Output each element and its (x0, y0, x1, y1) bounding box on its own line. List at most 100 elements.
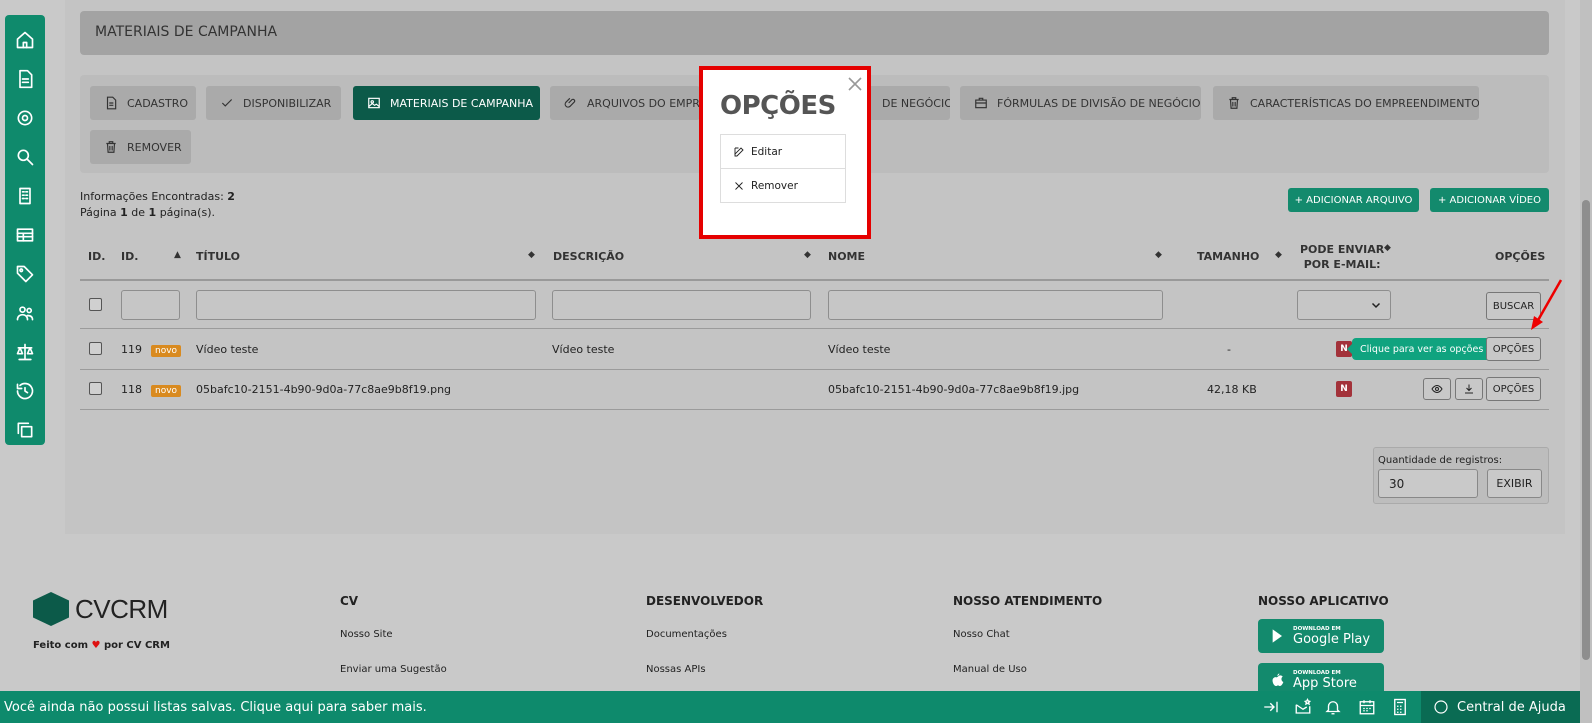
logo-mark-icon (33, 592, 69, 626)
novo-badge: novo (151, 345, 182, 357)
filter-email-select[interactable] (1297, 290, 1391, 320)
filter-nome-input[interactable] (828, 290, 1163, 320)
row-checkbox[interactable] (89, 342, 102, 355)
sort-icon[interactable]: ◆ (804, 250, 811, 260)
calculator-icon[interactable] (1391, 698, 1409, 716)
row-nome: 05bafc10-2151-4b90-9d0a-77c8ae9b8f19.jpg (828, 383, 1080, 396)
sort-icon[interactable]: ◆ (1275, 250, 1282, 260)
row-divider (80, 369, 1549, 370)
edit-option[interactable]: Editar (720, 134, 846, 169)
tab-caracteristicas[interactable]: CARACTERÍSTICAS DO EMPREENDIMENTO (1213, 86, 1479, 120)
add-video-button[interactable]: + ADICIONAR VÍDEO (1430, 188, 1549, 212)
gear-icon[interactable] (12, 105, 38, 131)
footer-col-title: NOSSO APLICATIVO (1258, 594, 1389, 608)
tab-de-negocio[interactable]: DE NEGÓCIO (860, 86, 950, 120)
filter-id-input[interactable] (121, 290, 180, 320)
row-checkbox[interactable] (89, 382, 102, 395)
results-info: Informações Encontradas: 2 Página 1 de 1… (80, 189, 235, 221)
view-button[interactable] (1423, 378, 1451, 400)
options-button[interactable]: OPÇÕES (1486, 337, 1541, 361)
sort-icon[interactable]: ◆ (528, 250, 535, 260)
found-label: Informações Encontradas: (80, 190, 224, 203)
table-icon[interactable] (12, 222, 38, 248)
header-id-2[interactable]: ID. (121, 250, 138, 263)
users-icon[interactable] (12, 300, 38, 326)
tab-materiais-de-campanha[interactable]: MATERIAIS DE CAMPANHA (353, 86, 540, 120)
footer-link[interactable]: Manual de Uso (953, 664, 1027, 675)
header-pode-enviar-line1: PODE ENVIAR (1300, 243, 1385, 256)
history-icon[interactable] (12, 378, 38, 404)
footer-link[interactable]: Nossas APIs (646, 664, 706, 675)
header-tamanho[interactable]: TAMANHO (1197, 250, 1259, 263)
building-icon[interactable] (12, 183, 38, 209)
close-icon[interactable] (847, 76, 863, 92)
tab-cadastro[interactable]: CADASTRO (90, 86, 196, 120)
filter-titulo-input[interactable] (196, 290, 536, 320)
collapse-icon[interactable] (1262, 698, 1280, 716)
header-descricao[interactable]: DESCRIÇÃO (553, 250, 624, 263)
edit-icon (734, 146, 744, 156)
row-id: 118 (121, 383, 142, 396)
options-button[interactable]: OPÇÕES (1486, 377, 1541, 401)
made-by-prefix: Feito com (33, 640, 88, 651)
sort-icon[interactable]: ◆ (1155, 250, 1162, 260)
show-button[interactable]: EXIBIR (1487, 469, 1542, 498)
calendar-icon[interactable] (1358, 698, 1376, 716)
search-icon[interactable] (12, 144, 38, 170)
row-id: 119 (121, 343, 142, 356)
copy-icon[interactable] (12, 417, 38, 443)
tab-arquivos-do-empreendimento[interactable]: ARQUIVOS DO EMPREENDIMENTO (550, 86, 700, 120)
apple-icon (1272, 673, 1284, 686)
tab-disponibilizar[interactable]: DISPONIBILIZAR (206, 86, 341, 120)
made-by-suffix: por CV CRM (103, 640, 170, 651)
scrollbar-thumb[interactable] (1582, 200, 1590, 660)
briefcase-icon (975, 97, 987, 109)
footer-link[interactable]: Documentações (646, 629, 727, 640)
row-nome: Vídeo teste (828, 343, 891, 356)
page-prefix: Página (80, 206, 117, 219)
select-all-checkbox[interactable] (89, 298, 102, 311)
remove-option-label: Remover (751, 179, 798, 192)
row-divider (80, 328, 1549, 329)
download-button[interactable] (1455, 378, 1483, 400)
tag-icon[interactable] (12, 261, 38, 287)
scale-icon[interactable] (12, 339, 38, 365)
footer-link[interactable]: Nosso Chat (953, 629, 1010, 640)
home-icon[interactable] (12, 27, 38, 53)
document-icon[interactable] (12, 66, 38, 92)
add-file-button[interactable]: + ADICIONAR ARQUIVO (1288, 188, 1419, 212)
header-pode-enviar[interactable]: PODE ENVIAR POR E-MAIL: (1300, 242, 1384, 272)
tab-remover[interactable]: REMOVER (90, 130, 191, 164)
options-tooltip: Clique para ver as opções (1346, 338, 1492, 360)
trash-icon (106, 141, 116, 153)
mail-star-icon[interactable] (1294, 697, 1312, 716)
cvcrm-logo[interactable]: CVCRM (33, 592, 168, 626)
records-label: Quantidade de registros: (1378, 455, 1503, 466)
header-nome[interactable]: NOME (828, 250, 865, 263)
header-titulo[interactable]: TÍTULO (196, 250, 240, 263)
sort-icon[interactable]: ◆ (1384, 243, 1391, 253)
remove-option[interactable]: Remover (720, 168, 846, 203)
footer-link[interactable]: Enviar uma Sugestão (340, 664, 447, 675)
tab-label: DISPONIBILIZAR (243, 96, 332, 110)
brand-name: CVCRM (75, 593, 168, 624)
footer-col-title: CV (340, 594, 359, 608)
help-center-button[interactable]: Central de Ajuda (1421, 691, 1580, 723)
google-play-button[interactable]: DOWNLOAD EM Google Play (1258, 619, 1384, 653)
saved-lists-message[interactable]: Você ainda não possui listas salvas. Cli… (4, 700, 427, 715)
bell-icon[interactable] (1324, 698, 1342, 716)
heart-icon: ♥ (91, 640, 101, 651)
filter-descricao-input[interactable] (552, 290, 811, 320)
tab-label: MATERIAIS DE CAMPANHA (390, 96, 534, 110)
footer-link[interactable]: Nosso Site (340, 629, 393, 640)
tab-formulas-de-divisao[interactable]: FÓRMULAS DE DIVISÃO DE NEGÓCIO (960, 86, 1201, 120)
email-status-badge: N (1336, 381, 1352, 397)
tab-label: CARACTERÍSTICAS DO EMPREENDIMENTO (1250, 96, 1479, 110)
records-input[interactable]: 30 (1378, 469, 1478, 498)
tab-label: REMOVER (127, 140, 182, 154)
sort-asc-icon[interactable]: ▲ (174, 250, 181, 260)
tab-label: FÓRMULAS DE DIVISÃO DE NEGÓCIO (997, 96, 1201, 110)
scrollbar[interactable] (1580, 0, 1592, 723)
paperclip-icon (564, 97, 576, 108)
page-of: de (131, 206, 146, 219)
